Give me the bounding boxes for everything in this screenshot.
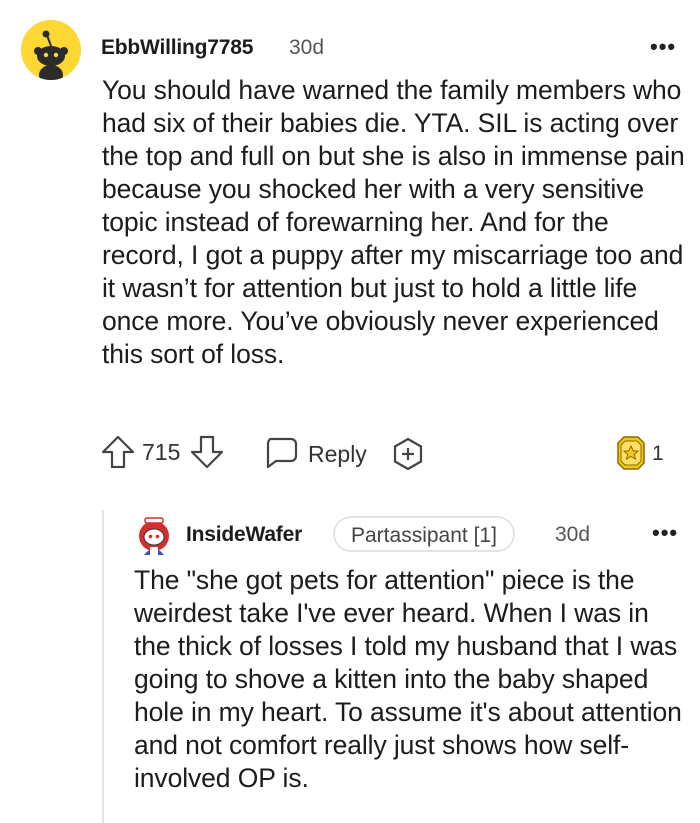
reply-label: Reply [308,441,367,467]
chat-bubble-icon [263,434,299,475]
snoo-red-hair-avatar-icon [139,517,169,555]
upvote-icon[interactable] [100,434,136,475]
reply-author[interactable]: InsideWafer [186,523,302,547]
give-award-icon[interactable] [390,436,426,477]
downvote-icon[interactable] [189,434,225,475]
comment-action-bar: 715 Reply 1 [100,432,680,472]
award-count: 1 [652,442,664,465]
user-avatar[interactable] [21,20,81,80]
award-badge-icon[interactable] [615,435,647,476]
comment-timestamp: 30d [289,36,325,59]
thread-line[interactable] [102,510,104,823]
reply-user-avatar[interactable] [136,516,172,556]
snoo-avatar-icon [21,20,81,80]
reply-body: The "she got pets for attention" piece i… [134,565,682,793]
comment-body: You should have warned the family member… [102,75,685,369]
user-flair: Partassipant [1] [333,516,515,552]
more-options-icon[interactable]: ••• [650,34,676,60]
reply-button[interactable]: Reply [263,434,367,475]
vote-score: 715 [142,439,181,465]
reply-timestamp: 30d [555,523,591,546]
more-options-icon[interactable]: ••• [652,520,678,546]
comment-author[interactable]: EbbWilling7785 [101,36,253,60]
